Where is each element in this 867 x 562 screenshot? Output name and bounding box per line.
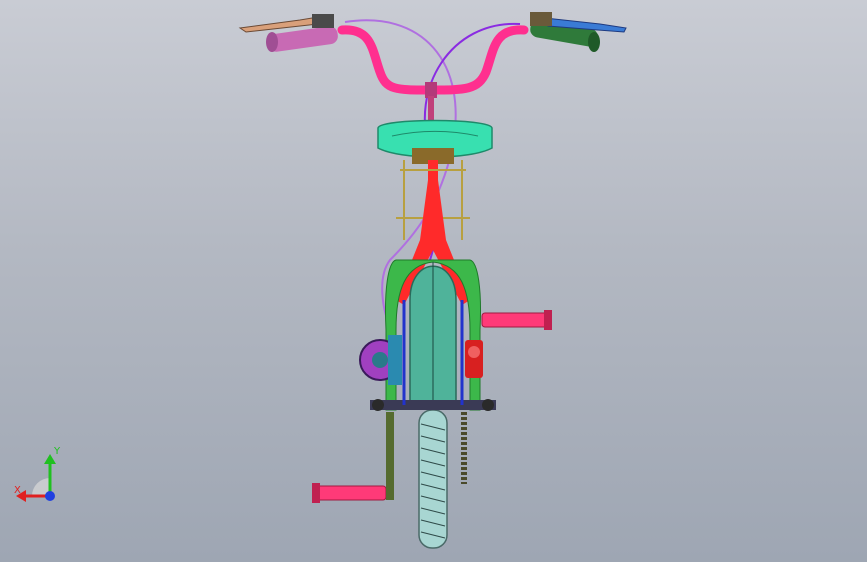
axle-nut-left [372,399,384,411]
grip-left[interactable] [266,25,339,53]
pedal-left[interactable] [312,483,387,503]
graphics-viewport[interactable]: Y X [0,0,867,562]
rear-tire[interactable] [418,409,448,549]
triad-x-label: X [14,485,21,496]
crank-arm-left [386,412,394,500]
handlebar-clamp [425,82,437,98]
pedal-right[interactable] [481,310,552,330]
coordinate-triad-icon: Y X [14,446,61,502]
brake-lever-mount-right [530,12,552,26]
handlebar[interactable] [337,25,529,95]
brake-caliper [465,340,483,378]
brake-lever-mount-left [312,14,334,28]
rear-sprocket [359,335,402,385]
triad-y-label: Y [53,446,61,457]
rear-axle [370,400,496,410]
bicycle-model[interactable] [0,0,867,562]
axle-nut-right [482,399,494,411]
